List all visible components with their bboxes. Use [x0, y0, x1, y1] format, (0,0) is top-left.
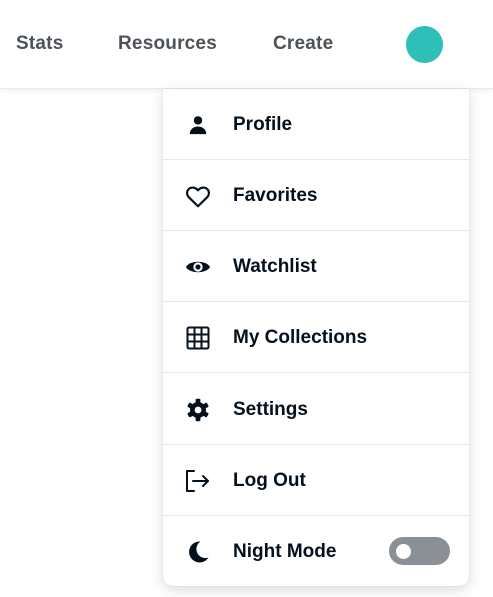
top-navigation-bar: Stats Resources Create: [0, 0, 493, 89]
avatar[interactable]: [406, 26, 443, 63]
heart-icon: [185, 183, 211, 209]
toggle-knob: [396, 544, 411, 559]
menu-item-log-out[interactable]: Log Out: [163, 445, 469, 516]
night-mode-toggle[interactable]: [389, 537, 450, 565]
menu-item-label: Watchlist: [233, 256, 317, 277]
menu-item-label: Favorites: [233, 185, 318, 206]
menu-item-label: Profile: [233, 114, 293, 135]
menu-item-profile[interactable]: Profile: [163, 89, 469, 160]
menu-item-my-collections[interactable]: My Collections: [163, 302, 469, 373]
nav-link-create[interactable]: Create: [273, 33, 333, 55]
menu-item-label: My Collections: [233, 327, 368, 348]
menu-item-label: Settings: [233, 399, 308, 420]
logout-icon: [185, 468, 211, 494]
menu-item-label: Night Mode: [233, 541, 337, 562]
menu-item-favorites[interactable]: Favorites: [163, 160, 469, 231]
menu-item-night-mode: Night Mode: [163, 516, 469, 586]
nav-link-stats[interactable]: Stats: [16, 33, 63, 55]
eye-icon: [185, 254, 211, 280]
gear-icon: [185, 397, 211, 423]
menu-item-settings[interactable]: Settings: [163, 374, 469, 445]
moon-icon: [185, 539, 211, 565]
nav-link-resources[interactable]: Resources: [118, 33, 217, 55]
menu-item-watchlist[interactable]: Watchlist: [163, 231, 469, 302]
profile-dropdown-menu: Profile Favorites Watchlist My Collectio…: [163, 89, 469, 586]
menu-item-label: Log Out: [233, 470, 306, 491]
person-icon: [185, 112, 211, 138]
grid-icon: [185, 325, 211, 351]
